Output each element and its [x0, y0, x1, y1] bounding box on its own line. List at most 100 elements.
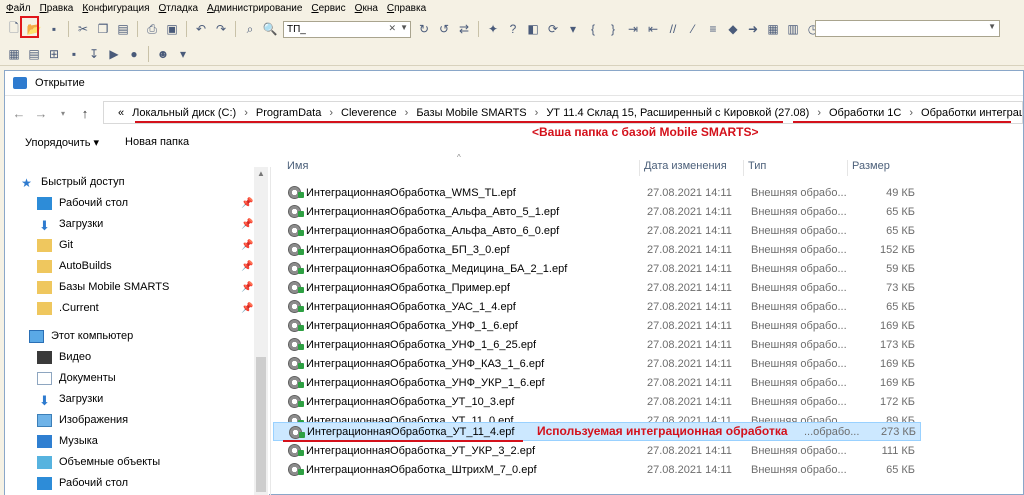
redo-icon[interactable]: ↷: [213, 21, 229, 37]
file-row[interactable]: ИнтеграционнаяОбработка_УНФ_КАЗ_1_6.epf …: [273, 354, 921, 373]
nav-desktop-pc[interactable]: Рабочий стол: [37, 473, 128, 493]
nav-video[interactable]: Видео: [37, 347, 91, 367]
wizard-icon[interactable]: ✦: [485, 21, 501, 37]
menu-help[interactable]: Справка: [387, 3, 426, 14]
nav-music[interactable]: Музыка: [37, 431, 98, 451]
nav-downloads[interactable]: ⬇ Загрузки: [37, 214, 103, 234]
uncomment-icon[interactable]: ⁄: [685, 21, 701, 37]
breadcrumb-separator-icon[interactable]: ›: [535, 107, 539, 119]
column-name[interactable]: Имя: [283, 160, 308, 176]
chevron-down-icon[interactable]: ▼: [400, 23, 408, 32]
grid-icon[interactable]: ▦: [6, 46, 22, 62]
search-combo[interactable]: ТП_ ✕ ▼: [283, 20, 411, 38]
breadcrumb-database[interactable]: УТ 11.4 Склад 15, Расширенный с Кировкой…: [546, 107, 809, 119]
column-size[interactable]: Размер: [847, 160, 890, 176]
scroll-thumb[interactable]: [256, 357, 266, 492]
paste-icon[interactable]: ▤: [115, 21, 131, 37]
breadcrumb-bases[interactable]: Базы Mobile SMARTS: [416, 107, 526, 119]
pin-icon[interactable]: 📌: [241, 261, 253, 272]
bookmark-icon[interactable]: ◆: [725, 21, 741, 37]
find-in-tree-icon[interactable]: ⌕: [242, 21, 258, 37]
breadcrumb-programdata[interactable]: ProgramData: [256, 107, 321, 119]
file-row[interactable]: ИнтеграционнаяОбработка_УНФ_1_6.epf 27.0…: [273, 316, 921, 335]
pin-icon[interactable]: 📌: [241, 219, 253, 230]
breadcrumb-1c-processing[interactable]: Обработки 1С: [829, 107, 901, 119]
menu-debug[interactable]: Отладка: [159, 3, 199, 14]
column-type[interactable]: Тип: [743, 160, 766, 176]
more-icon[interactable]: ▾: [565, 21, 581, 37]
up-arrow-icon[interactable]: ↑: [77, 106, 93, 121]
file-row[interactable]: ИнтеграционнаяОбработка_Пример.epf 27.08…: [273, 278, 921, 297]
menu-windows[interactable]: Окна: [355, 3, 378, 14]
more-icon-3[interactable]: ▾: [175, 46, 191, 62]
save-list-icon[interactable]: ▪: [66, 46, 82, 62]
sync-icon[interactable]: ⟳: [545, 21, 561, 37]
bracket-open-icon[interactable]: {: [585, 21, 601, 37]
nav-autobuilds[interactable]: AutoBuilds: [37, 256, 112, 276]
nav-current[interactable]: .Current: [37, 298, 99, 318]
breadcrumb-separator-icon[interactable]: ›: [244, 107, 248, 119]
new-folder-button[interactable]: Новая папка: [125, 136, 189, 148]
print-icon[interactable]: ⎙: [144, 21, 160, 37]
outdent-icon[interactable]: ⇤: [645, 21, 661, 37]
nav-3d-objects[interactable]: Объемные объекты: [37, 452, 160, 472]
syntax-icon[interactable]: ◧: [525, 21, 541, 37]
file-row[interactable]: ИнтеграционнаяОбработка_БП_3_0.epf 27.08…: [273, 240, 921, 259]
replace-icon[interactable]: ⇄: [456, 21, 472, 37]
nav-scrollbar[interactable]: ▲: [254, 167, 268, 495]
clear-icon[interactable]: ✕: [388, 23, 396, 34]
back-arrow-icon[interactable]: ←: [11, 106, 27, 121]
copy-icon[interactable]: ❐: [95, 21, 111, 37]
preview-icon[interactable]: ▣: [164, 21, 180, 37]
pin-icon[interactable]: 📌: [241, 240, 253, 251]
play-icon[interactable]: ▶: [106, 46, 122, 62]
file-row[interactable]: ИнтеграционнаяОбработка_ШтрихМ_7_0.epf 2…: [273, 460, 921, 479]
menu-configuration[interactable]: Конфигурация: [82, 3, 149, 14]
forward-arrow-icon[interactable]: →: [33, 106, 49, 121]
cut-icon[interactable]: ✂: [75, 21, 91, 37]
file-row[interactable]: ИнтеграционнаяОбработка_WMS_TL.epf 27.08…: [273, 183, 921, 202]
pane-divider[interactable]: [270, 167, 271, 495]
column-date[interactable]: Дата изменения: [639, 160, 727, 176]
undo-icon[interactable]: ↶: [193, 21, 209, 37]
nav-git[interactable]: Git: [37, 235, 73, 255]
save-icon[interactable]: ▪: [46, 21, 62, 37]
breadcrumb-cleverence[interactable]: Cleverence: [341, 107, 397, 119]
scroll-up-icon[interactable]: ▲: [257, 169, 265, 178]
find-prev-icon[interactable]: ↺: [436, 21, 452, 37]
nav-images[interactable]: Изображения: [37, 410, 128, 430]
pin-icon[interactable]: 📌: [241, 303, 253, 314]
menu-edit[interactable]: Правка: [40, 3, 74, 14]
breadcrumb-overflow[interactable]: «: [118, 107, 124, 119]
debug-icon[interactable]: ●: [126, 46, 142, 62]
nav-this-pc[interactable]: Этот компьютер: [29, 326, 133, 346]
breadcrumb-separator-icon[interactable]: ›: [329, 107, 333, 119]
format-icon[interactable]: ≡: [705, 21, 721, 37]
pin-icon[interactable]: 📌: [241, 282, 253, 293]
file-row[interactable]: ИнтеграционнаяОбработка_УНФ_1_6_25.epf 2…: [273, 335, 921, 354]
user-icon[interactable]: ☻: [155, 46, 171, 62]
tree-icon[interactable]: ⊞: [46, 46, 62, 62]
configuration-combo[interactable]: ▼: [815, 20, 1000, 37]
breadcrumb-separator-icon[interactable]: ›: [817, 107, 821, 119]
nav-documents[interactable]: Документы: [37, 368, 116, 388]
file-row[interactable]: ИнтеграционнаяОбработка_Медицина_БА_2_1.…: [273, 259, 921, 278]
table-icon[interactable]: ▤: [26, 46, 42, 62]
menu-file[interactable]: Файл: [6, 3, 31, 14]
breadcrumb-separator-icon[interactable]: ›: [405, 107, 409, 119]
menu-administration[interactable]: Администрирование: [207, 3, 302, 14]
organize-button[interactable]: Упорядочить ▾: [25, 136, 99, 149]
arrow-icon[interactable]: ↧: [86, 46, 102, 62]
recent-chevron-icon[interactable]: ▾: [55, 109, 71, 118]
search-icon[interactable]: 🔍: [262, 21, 278, 37]
nav-quick-access[interactable]: ★ Быстрый доступ: [19, 172, 124, 192]
breadcrumb-drive[interactable]: Локальный диск (C:): [132, 107, 236, 119]
indent-icon[interactable]: ⇥: [625, 21, 641, 37]
breadcrumb-separator-icon[interactable]: ›: [909, 107, 913, 119]
file-row[interactable]: ИнтеграционнаяОбработка_УНФ_УКР_1_6.epf …: [273, 373, 921, 392]
file-row[interactable]: ИнтеграционнаяОбработка_Альфа_Авто_6_0.e…: [273, 221, 921, 240]
menu-service[interactable]: Сервис: [311, 3, 345, 14]
find-next-icon[interactable]: ↻: [416, 21, 432, 37]
nav-mobile-smarts[interactable]: Базы Mobile SMARTS: [37, 277, 169, 297]
goto-icon[interactable]: ➜: [745, 21, 761, 37]
